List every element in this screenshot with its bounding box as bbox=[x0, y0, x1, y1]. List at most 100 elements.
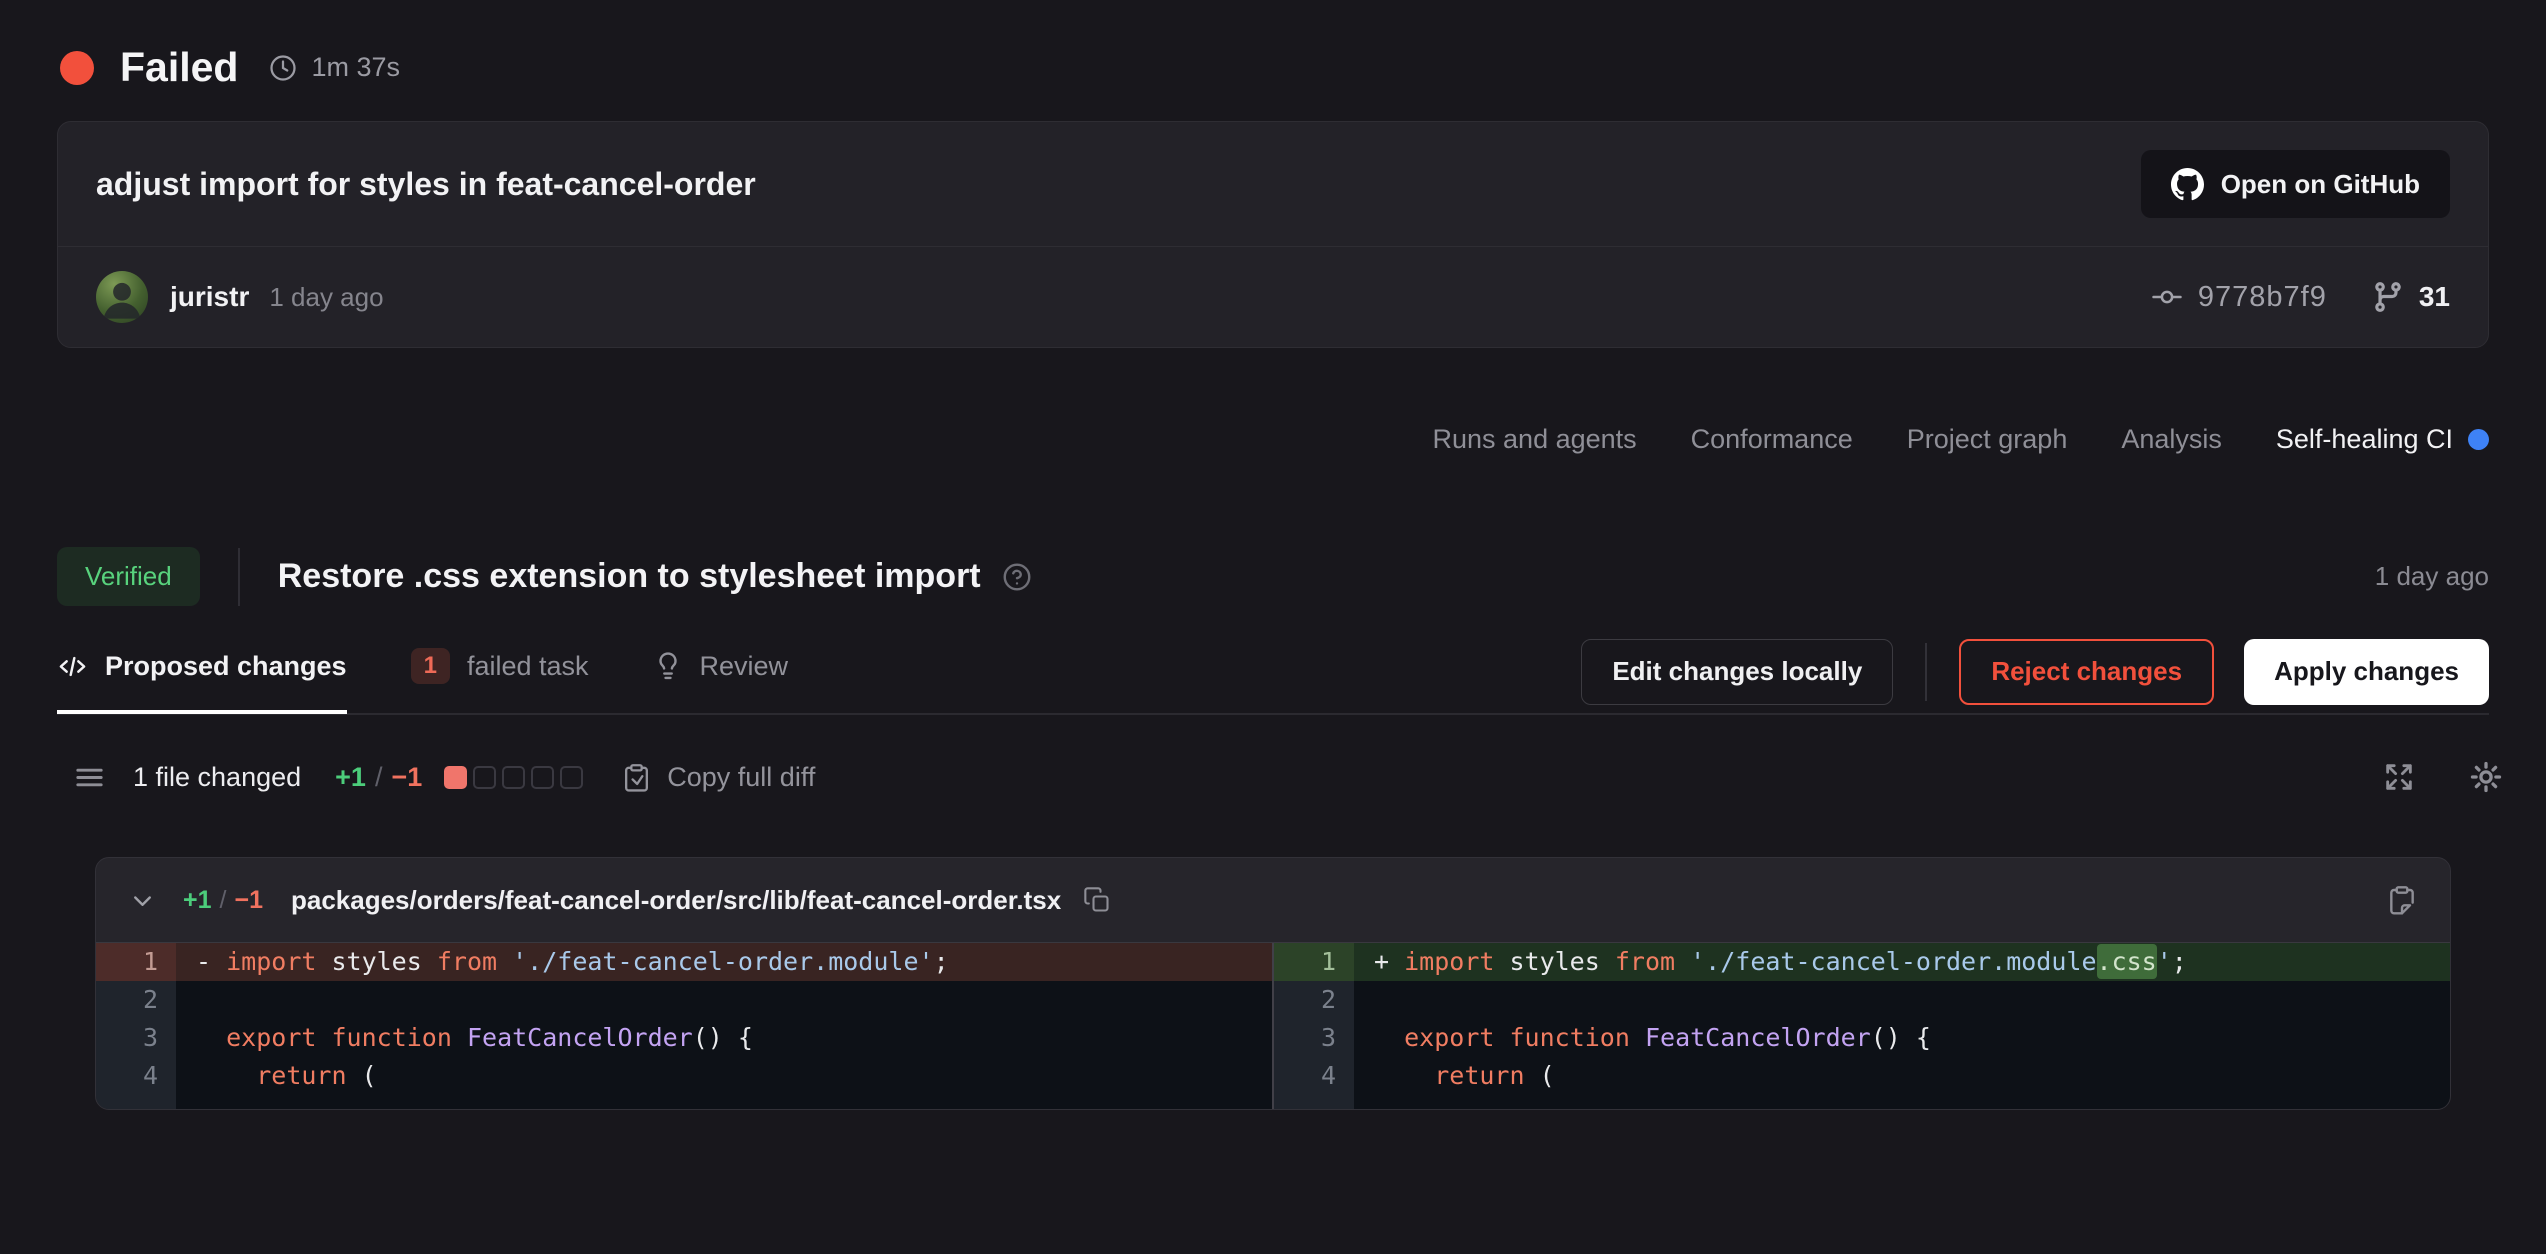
count-separator: / bbox=[375, 762, 383, 793]
code-line: + import styles from './feat-cancel-orde… bbox=[1354, 943, 2450, 981]
run-status-row: Failed 1m 37s bbox=[0, 0, 2546, 91]
active-nav-dot bbox=[2468, 429, 2489, 450]
nav-item-label: Project graph bbox=[1907, 424, 2068, 455]
code-line: return ( bbox=[176, 1057, 1272, 1095]
fix-tabs-row: Proposed changes 1 failed task Review Ed… bbox=[57, 636, 2489, 715]
tab-proposed-changes[interactable]: Proposed changes bbox=[57, 639, 347, 714]
fix-title: Restore .css extension to stylesheet imp… bbox=[278, 557, 981, 596]
divider bbox=[238, 548, 240, 606]
nav-item-label: Conformance bbox=[1691, 424, 1853, 455]
apply-changes-button[interactable]: Apply changes bbox=[2244, 639, 2489, 705]
github-icon bbox=[2171, 168, 2204, 201]
commit-sha-link[interactable]: 9778b7f9 bbox=[2150, 280, 2327, 314]
line-number: 2 bbox=[96, 981, 176, 1019]
clipboard-icon bbox=[621, 762, 652, 793]
clock-icon bbox=[268, 53, 298, 83]
code-filler bbox=[1354, 1095, 2450, 1109]
failed-task-count-badge: 1 bbox=[411, 648, 450, 684]
files-changed-label: 1 file changed bbox=[133, 762, 301, 793]
open-on-github-label: Open on GitHub bbox=[2221, 169, 2420, 200]
run-status-label: Failed bbox=[120, 44, 238, 91]
nav-item-self-healing-ci[interactable]: Self-healing CI bbox=[2276, 424, 2489, 455]
gutter-filler bbox=[1274, 1095, 1354, 1109]
chevron-down-icon[interactable] bbox=[128, 886, 157, 915]
divider bbox=[1925, 643, 1927, 701]
failed-status-dot bbox=[60, 51, 94, 85]
nav-item-project-graph[interactable]: Project graph bbox=[1907, 424, 2068, 455]
additions-count: +1 bbox=[335, 762, 366, 793]
line-number: 3 bbox=[96, 1019, 176, 1057]
diff-block-empty bbox=[560, 766, 583, 789]
run-duration: 1m 37s bbox=[268, 52, 400, 83]
fix-actions: Edit changes locally Reject changes Appl… bbox=[1581, 639, 2489, 705]
fix-time-ago: 1 day ago bbox=[2375, 561, 2489, 592]
avatar bbox=[96, 271, 148, 323]
code-line: export function FeatCancelOrder() { bbox=[176, 1019, 1272, 1057]
deletions-count: −1 bbox=[391, 762, 422, 793]
commit-title: adjust import for styles in feat-cancel-… bbox=[96, 166, 756, 203]
copy-full-diff-button[interactable]: Copy full diff bbox=[621, 762, 815, 793]
pr-number: 31 bbox=[2419, 281, 2450, 313]
file-list-menu-icon[interactable] bbox=[72, 760, 107, 795]
run-duration-text: 1m 37s bbox=[311, 52, 400, 83]
diff-split-view: 1- import styles from './feat-cancel-ord… bbox=[96, 942, 2450, 1109]
code-line: - import styles from './feat-cancel-orde… bbox=[176, 943, 1272, 981]
reject-changes-button[interactable]: Reject changes bbox=[1959, 639, 2214, 705]
nav-item-runs-and-agents[interactable]: Runs and agents bbox=[1433, 424, 1637, 455]
diff-block-empty bbox=[502, 766, 525, 789]
code-line bbox=[176, 981, 1272, 1019]
code-line: export function FeatCancelOrder() { bbox=[1354, 1019, 2450, 1057]
help-icon[interactable] bbox=[1001, 561, 1033, 593]
gutter-filler bbox=[96, 1095, 176, 1109]
diff-pane-after: 1+ import styles from './feat-cancel-ord… bbox=[1272, 943, 2450, 1109]
line-number: 4 bbox=[1274, 1057, 1354, 1095]
diff-toolbar: 1 file changed +1 / −1 Copy full diff bbox=[72, 759, 2504, 795]
nav-item-label: Self-healing CI bbox=[2276, 424, 2453, 455]
verified-badge: Verified bbox=[57, 547, 200, 606]
git-branch-icon bbox=[2371, 280, 2405, 314]
expand-icon[interactable] bbox=[2382, 760, 2416, 794]
file-additions-count: +1 bbox=[183, 886, 212, 915]
tab-review[interactable]: Review bbox=[653, 639, 789, 714]
count-separator: / bbox=[220, 886, 227, 915]
gear-icon[interactable] bbox=[2468, 759, 2504, 795]
open-on-github-button[interactable]: Open on GitHub bbox=[2141, 150, 2450, 218]
copy-file-diff-icon[interactable] bbox=[2386, 884, 2418, 916]
diff-block-empty bbox=[531, 766, 554, 789]
line-number: 2 bbox=[1274, 981, 1354, 1019]
edit-changes-locally-button[interactable]: Edit changes locally bbox=[1581, 639, 1893, 705]
nav-item-analysis[interactable]: Analysis bbox=[2121, 424, 2222, 455]
tab-failed-task[interactable]: 1 failed task bbox=[411, 636, 589, 716]
diff-pane-before: 1- import styles from './feat-cancel-ord… bbox=[96, 943, 1272, 1109]
nav-item-conformance[interactable]: Conformance bbox=[1691, 424, 1853, 455]
tab-review-label: Review bbox=[700, 651, 789, 682]
file-diff-counts: +1 / −1 bbox=[183, 886, 263, 915]
lightbulb-icon bbox=[653, 651, 683, 681]
code-filler bbox=[176, 1095, 1272, 1109]
commit-time-ago: 1 day ago bbox=[269, 282, 383, 313]
code-line bbox=[1354, 981, 2450, 1019]
code-line: return ( bbox=[1354, 1057, 2450, 1095]
file-diff-card: +1 / −1 packages/orders/feat-cancel-orde… bbox=[95, 857, 2451, 1110]
diff-block-filled bbox=[444, 766, 467, 789]
line-number: 1 bbox=[96, 943, 176, 981]
diff-counts: +1 / −1 bbox=[335, 762, 422, 793]
line-number: 3 bbox=[1274, 1019, 1354, 1057]
commit-author[interactable]: juristr bbox=[170, 281, 249, 313]
tab-failed-task-label: failed task bbox=[467, 651, 589, 682]
tab-proposed-changes-label: Proposed changes bbox=[105, 651, 347, 682]
copy-path-icon[interactable] bbox=[1083, 886, 1111, 914]
line-number: 4 bbox=[96, 1057, 176, 1095]
line-number: 1 bbox=[1274, 943, 1354, 981]
file-deletions-count: −1 bbox=[234, 886, 263, 915]
file-diff-header: +1 / −1 packages/orders/feat-cancel-orde… bbox=[96, 858, 2450, 942]
fix-header: Verified Restore .css extension to style… bbox=[57, 547, 2489, 606]
nav-item-label: Analysis bbox=[2121, 424, 2222, 455]
pr-link[interactable]: 31 bbox=[2371, 280, 2450, 314]
code-icon bbox=[57, 651, 88, 682]
file-path: packages/orders/feat-cancel-order/src/li… bbox=[291, 885, 1061, 916]
commit-sha: 9778b7f9 bbox=[2198, 281, 2327, 314]
diff-blocks-indicator bbox=[444, 766, 583, 789]
commit-card: adjust import for styles in feat-cancel-… bbox=[57, 121, 2489, 348]
copy-full-diff-label: Copy full diff bbox=[667, 762, 815, 793]
